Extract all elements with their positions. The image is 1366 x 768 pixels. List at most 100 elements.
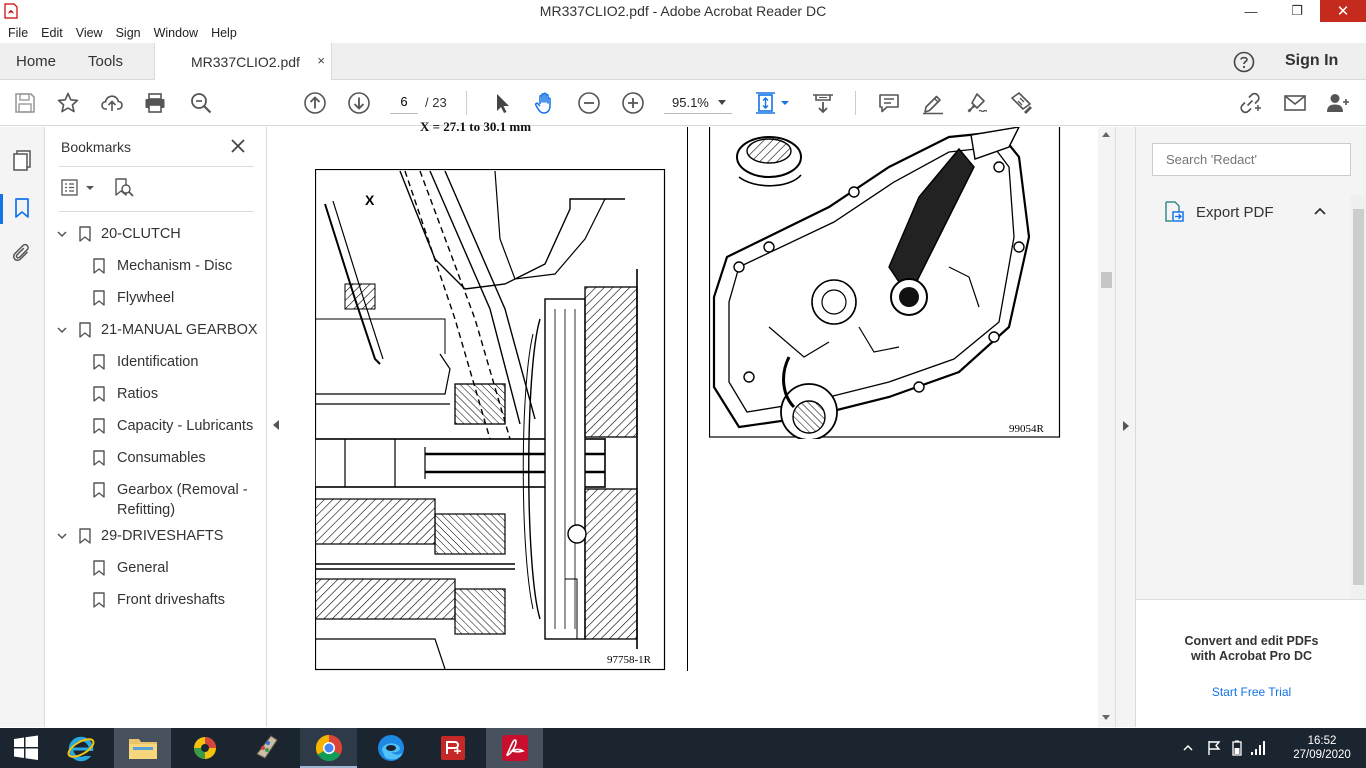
- chevron-down-icon[interactable]: [57, 325, 67, 335]
- add-user-icon[interactable]: [1326, 91, 1350, 115]
- tab-tools[interactable]: Tools: [88, 53, 123, 70]
- bookmark-icon: [79, 322, 91, 338]
- menu-sign[interactable]: Sign: [116, 26, 141, 40]
- bookmark-item-identification[interactable]: Identification: [93, 352, 263, 372]
- bookmark-star-icon[interactable]: [56, 91, 80, 115]
- bookmark-item-21-manual-gearbox[interactable]: 21-MANUAL GEARBOX: [57, 320, 262, 340]
- tab-document[interactable]: MR337CLIO2.pdf ×: [154, 43, 332, 80]
- fit-page-dropdown-icon[interactable]: [779, 91, 791, 115]
- bookmark-item-front-driveshafts[interactable]: Front driveshafts: [93, 590, 263, 610]
- close-tab-icon[interactable]: ×: [317, 53, 325, 68]
- bookmark-item-mechanism-disc[interactable]: Mechanism - Disc: [93, 256, 263, 276]
- chevron-down-icon[interactable]: [85, 183, 95, 193]
- email-icon[interactable]: [1283, 91, 1307, 115]
- taskbar-file-explorer[interactable]: [114, 728, 171, 768]
- zoom-in-icon[interactable]: [621, 91, 645, 115]
- scroll-mode-icon[interactable]: [811, 91, 835, 115]
- scrollbar-thumb[interactable]: [1353, 209, 1364, 585]
- scrollbar-thumb[interactable]: [1101, 272, 1112, 288]
- start-free-trial-link[interactable]: Start Free Trial: [1136, 685, 1366, 699]
- menu-window[interactable]: Window: [154, 26, 198, 40]
- chevron-up-icon[interactable]: [1314, 206, 1326, 216]
- bookmark-icon: [93, 354, 105, 370]
- bookmark-item-consumables[interactable]: Consumables: [93, 448, 263, 468]
- chrome-browser-icon: [315, 734, 342, 762]
- taskbar-paint[interactable]: [238, 728, 295, 768]
- bookmark-item-29-driveshafts[interactable]: 29-DRIVESHAFTS: [57, 526, 262, 546]
- taskbar-edge[interactable]: [362, 728, 419, 768]
- taskbar-photos[interactable]: [176, 728, 233, 768]
- export-pdf-icon: [1165, 201, 1184, 222]
- right-pane-toggle[interactable]: [1115, 127, 1135, 727]
- close-window-button[interactable]: ✕: [1320, 0, 1366, 22]
- upload-cloud-icon[interactable]: [100, 91, 124, 115]
- network-signal-icon[interactable]: [1250, 740, 1266, 756]
- taskbar-pdf-tool[interactable]: [424, 728, 481, 768]
- bookmark-item-ratios[interactable]: Ratios: [93, 384, 263, 404]
- bookmark-options-icon[interactable]: [61, 179, 83, 197]
- chevron-down-icon[interactable]: [57, 229, 67, 239]
- minimize-button[interactable]: —: [1228, 0, 1274, 22]
- figure-reference-2: 99054R: [1009, 423, 1045, 435]
- active-panel-indicator: [0, 194, 3, 224]
- tab-home[interactable]: Home: [16, 53, 56, 70]
- search-tools-input[interactable]: [1152, 143, 1351, 176]
- page-number-input[interactable]: [390, 90, 418, 114]
- battery-icon[interactable]: [1229, 740, 1245, 756]
- scroll-down-icon[interactable]: [1102, 715, 1110, 720]
- taskbar-chrome[interactable]: [300, 728, 357, 768]
- tools-pane-scrollbar[interactable]: [1350, 195, 1366, 599]
- hand-tool-icon[interactable]: [533, 91, 557, 115]
- file-explorer-folder-icon: [128, 739, 157, 759]
- fit-page-icon[interactable]: [755, 91, 779, 115]
- bookmark-item-capacity-lubricants[interactable]: Capacity - Lubricants: [93, 416, 263, 436]
- maximize-button[interactable]: ❐: [1274, 0, 1320, 22]
- zoom-dropdown[interactable]: 95.1%: [664, 92, 732, 114]
- highlight-pen-icon[interactable]: [921, 91, 945, 115]
- attachments-paperclip-icon[interactable]: [11, 242, 33, 264]
- chevron-down-icon: [718, 100, 726, 105]
- print-icon[interactable]: [143, 91, 167, 115]
- document-scrollbar[interactable]: [1098, 127, 1115, 727]
- start-button[interactable]: [0, 728, 52, 768]
- action-center-flag-icon[interactable]: [1206, 740, 1222, 756]
- bookmark-item-20-clutch[interactable]: 20-CLUTCH: [57, 224, 262, 244]
- edit-pdf-icon[interactable]: [1009, 91, 1033, 115]
- save-icon[interactable]: [13, 91, 37, 115]
- sign-in-button[interactable]: Sign In: [1285, 52, 1338, 70]
- collapse-left-panel-icon[interactable]: [273, 420, 279, 430]
- bookmark-label: Capacity - Lubricants: [117, 418, 254, 434]
- title-bar: MR337CLIO2.pdf - Adobe Acrobat Reader DC…: [0, 0, 1366, 23]
- bookmark-item-general[interactable]: General: [93, 558, 263, 578]
- sign-draw-icon[interactable]: [965, 91, 989, 115]
- bookmark-item-gearbox-removal-refitting[interactable]: Gearbox (Removal - Refitting): [93, 480, 263, 520]
- bookmark-item-flywheel[interactable]: Flywheel: [93, 288, 263, 308]
- share-link-icon[interactable]: [1238, 91, 1262, 115]
- taskbar-internet-explorer[interactable]: [52, 728, 109, 768]
- comment-icon[interactable]: [877, 91, 901, 115]
- zoom-out-icon[interactable]: [577, 91, 601, 115]
- taskbar-clock[interactable]: 16:52 27/09/2020: [1288, 734, 1356, 762]
- collapse-right-pane-icon[interactable]: [1123, 421, 1129, 431]
- bookmark-icon: [79, 528, 91, 544]
- page-thumbnails-icon[interactable]: [11, 149, 33, 171]
- bookmarks-panel-icon[interactable]: [11, 197, 33, 219]
- close-panel-icon[interactable]: [230, 138, 246, 154]
- bookmark-label: Flywheel: [117, 290, 175, 306]
- export-pdf-label[interactable]: Export PDF: [1196, 204, 1274, 221]
- menu-help[interactable]: Help: [211, 26, 237, 40]
- find-bookmark-icon[interactable]: [113, 177, 135, 199]
- select-cursor-icon[interactable]: [490, 91, 514, 115]
- menu-view[interactable]: View: [76, 26, 103, 40]
- menu-edit[interactable]: Edit: [41, 26, 63, 40]
- previous-page-icon[interactable]: [303, 91, 327, 115]
- show-hidden-icons-icon[interactable]: [1183, 743, 1193, 753]
- find-zoom-icon[interactable]: [189, 91, 213, 115]
- help-icon[interactable]: [1233, 51, 1255, 73]
- menu-file[interactable]: File: [8, 26, 28, 40]
- chevron-down-icon[interactable]: [57, 531, 67, 541]
- scroll-up-icon[interactable]: [1102, 132, 1110, 137]
- bookmark-label: General: [117, 560, 169, 576]
- taskbar-acrobat-reader[interactable]: [486, 728, 543, 768]
- next-page-icon[interactable]: [347, 91, 371, 115]
